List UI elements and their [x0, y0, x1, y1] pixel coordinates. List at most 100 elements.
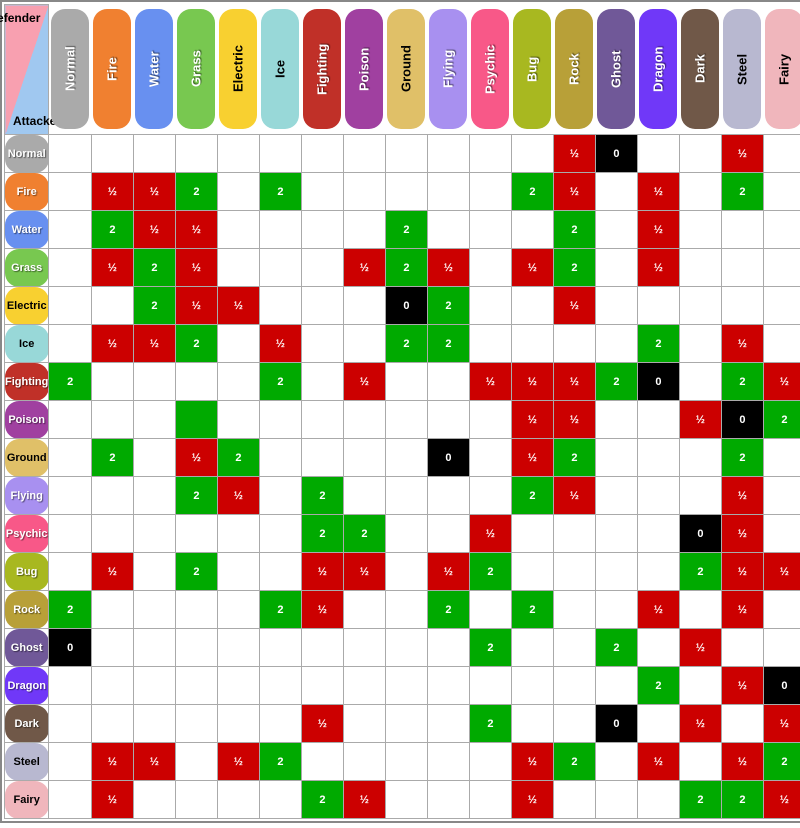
cell-normal-vs-fighting: [301, 135, 343, 173]
defender-type-dark: Dark: [681, 9, 719, 129]
cell-steel-vs-grass: [175, 743, 217, 781]
cell-dark-vs-ghost: 0: [595, 705, 637, 743]
cell-ghost-vs-fire: [91, 629, 133, 667]
cell-fire-vs-ghost: [595, 173, 637, 211]
cell-ghost-vs-poison: [343, 629, 385, 667]
cell-fighting-vs-dragon: 0: [637, 363, 679, 401]
cell-flying-vs-electric: ½: [217, 477, 259, 515]
cell-ghost-vs-electric: [217, 629, 259, 667]
cell-electric-vs-normal: [49, 287, 92, 325]
cell-water-vs-dragon: ½: [637, 211, 679, 249]
cell-psychic-vs-ice: [259, 515, 301, 553]
cell-fire-vs-fire: ½: [91, 173, 133, 211]
cell-flying-vs-ghost: [595, 477, 637, 515]
cell-poison-vs-electric: [217, 401, 259, 439]
cell-dark-vs-normal: [49, 705, 92, 743]
cell-fire-vs-flying: [427, 173, 469, 211]
cell-psychic-vs-rock: [553, 515, 595, 553]
cell-normal-vs-ice: [259, 135, 301, 173]
cell-flying-vs-ground: [385, 477, 427, 515]
cell-normal-vs-flying: [427, 135, 469, 173]
cell-fighting-vs-fire: [91, 363, 133, 401]
cell-fighting-vs-psychic: ½: [469, 363, 511, 401]
cell-bug-vs-ground: [385, 553, 427, 591]
cell-fairy-vs-steel: 2: [721, 781, 763, 819]
cell-grass-vs-normal: [49, 249, 92, 287]
cell-ground-vs-psychic: [469, 439, 511, 477]
cell-poison-vs-ghost: [595, 401, 637, 439]
cell-poison-vs-flying: [427, 401, 469, 439]
defender-type-steel: Steel: [723, 9, 761, 129]
cell-electric-vs-ice: [259, 287, 301, 325]
cell-grass-vs-fairy: [763, 249, 800, 287]
attacker-type-dark: Dark: [5, 705, 49, 743]
cell-water-vs-poison: [343, 211, 385, 249]
cell-ice-vs-normal: [49, 325, 92, 363]
attacker-type-ghost: Ghost: [5, 629, 49, 667]
cell-fairy-vs-bug: ½: [511, 781, 553, 819]
cell-ice-vs-water: ½: [133, 325, 175, 363]
cell-grass-vs-fire: ½: [91, 249, 133, 287]
cell-ice-vs-bug: [511, 325, 553, 363]
cell-electric-vs-ground: 0: [385, 287, 427, 325]
cell-psychic-vs-water: [133, 515, 175, 553]
defender-type-water: Water: [135, 9, 173, 129]
cell-normal-vs-water: [133, 135, 175, 173]
cell-ghost-vs-flying: [427, 629, 469, 667]
cell-flying-vs-fire: [91, 477, 133, 515]
attacker-type-grass: Grass: [5, 249, 49, 287]
cell-steel-vs-electric: ½: [217, 743, 259, 781]
defender-type-psychic: Psychic: [471, 9, 509, 129]
cell-ice-vs-fairy: [763, 325, 800, 363]
cell-rock-vs-dark: [679, 591, 721, 629]
cell-flying-vs-grass: 2: [175, 477, 217, 515]
cell-fire-vs-normal: [49, 173, 92, 211]
cell-bug-vs-fire: ½: [91, 553, 133, 591]
attacker-type-fairy: Fairy: [5, 781, 49, 819]
cell-grass-vs-dragon: ½: [637, 249, 679, 287]
cell-dragon-vs-bug: [511, 667, 553, 705]
cell-rock-vs-fairy: [763, 591, 800, 629]
cell-electric-vs-water: 2: [133, 287, 175, 325]
cell-fire-vs-water: ½: [133, 173, 175, 211]
cell-electric-vs-dark: [679, 287, 721, 325]
cell-flying-vs-flying: [427, 477, 469, 515]
cell-bug-vs-normal: [49, 553, 92, 591]
cell-fighting-vs-dark: [679, 363, 721, 401]
cell-ground-vs-fairy: [763, 439, 800, 477]
cell-fighting-vs-normal: 2: [49, 363, 92, 401]
cell-steel-vs-fire: ½: [91, 743, 133, 781]
cell-fairy-vs-fighting: 2: [301, 781, 343, 819]
attacker-type-fire: Fire: [5, 173, 49, 211]
cell-psychic-vs-dark: 0: [679, 515, 721, 553]
cell-rock-vs-bug: 2: [511, 591, 553, 629]
cell-flying-vs-poison: [343, 477, 385, 515]
attacker-type-bug: Bug: [5, 553, 49, 591]
attacker-type-flying: Flying: [5, 477, 49, 515]
cell-flying-vs-bug: 2: [511, 477, 553, 515]
cell-ghost-vs-grass: [175, 629, 217, 667]
cell-psychic-vs-fighting: 2: [301, 515, 343, 553]
defender-type-bug: Bug: [513, 9, 551, 129]
cell-rock-vs-rock: [553, 591, 595, 629]
cell-dragon-vs-electric: [217, 667, 259, 705]
cell-fairy-vs-ice: [259, 781, 301, 819]
cell-steel-vs-rock: 2: [553, 743, 595, 781]
cell-steel-vs-ground: [385, 743, 427, 781]
cell-rock-vs-dragon: ½: [637, 591, 679, 629]
cell-fire-vs-dark: [679, 173, 721, 211]
cell-ghost-vs-rock: [553, 629, 595, 667]
attacker-type-dragon: Dragon: [5, 667, 49, 705]
cell-rock-vs-ice: 2: [259, 591, 301, 629]
cell-electric-vs-ghost: [595, 287, 637, 325]
cell-grass-vs-ground: 2: [385, 249, 427, 287]
cell-fighting-vs-water: [133, 363, 175, 401]
cell-fire-vs-dragon: ½: [637, 173, 679, 211]
cell-electric-vs-psychic: [469, 287, 511, 325]
cell-steel-vs-psychic: [469, 743, 511, 781]
cell-dark-vs-steel: [721, 705, 763, 743]
cell-bug-vs-psychic: 2: [469, 553, 511, 591]
cell-steel-vs-steel: ½: [721, 743, 763, 781]
cell-bug-vs-poison: ½: [343, 553, 385, 591]
cell-water-vs-water: ½: [133, 211, 175, 249]
